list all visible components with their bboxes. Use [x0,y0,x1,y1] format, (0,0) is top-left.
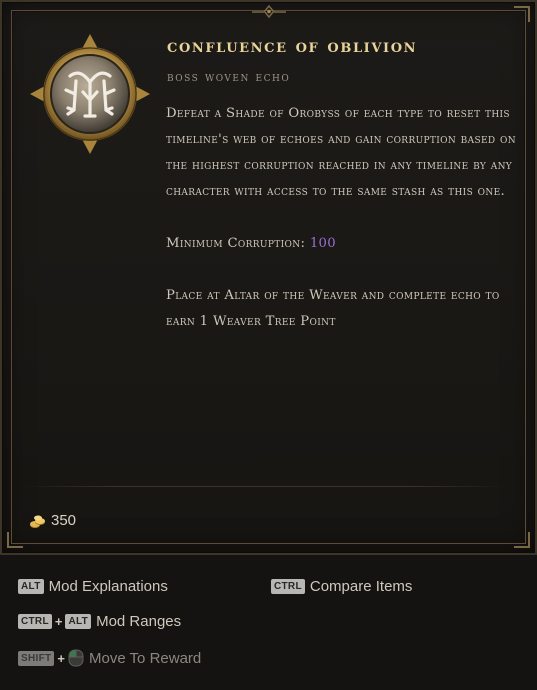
frame-corner-bottom-left [7,532,23,548]
item-title: Confluence of Oblivion [167,36,418,57]
key-alt: ALT [18,579,44,594]
hint-move-to-reward: SHIFT + Move To Reward [18,649,201,667]
gold-value: 350 [29,512,76,529]
plus-separator: + [54,614,63,629]
gold-coins-icon [30,515,45,528]
item-description: Defeat a Shade of Orobyss of each type t… [166,106,516,199]
key-ctrl: CTRL [18,614,52,629]
hint-mod-ranges-label: Mod Ranges [96,613,182,630]
frame-corner-bottom-right [514,532,530,548]
minimum-corruption-line: Minimum Corruption: 100 [166,231,526,257]
frame-corner-top-right [514,6,530,22]
weaver-rune-emblem-icon [30,34,150,154]
key-ctrl: CTRL [271,579,305,594]
plus-separator: + [57,650,65,666]
minimum-corruption-label: Minimum Corruption: [166,236,306,251]
gold-value-text: 350 [51,512,77,529]
item-subtitle: Boss Woven Echo [167,70,291,85]
hint-compare-items-label: Compare Items [309,578,413,595]
hint-mod-ranges: CTRL + ALT Mod Ranges [18,613,181,630]
hint-move-to-reward-label: Move To Reward [88,649,202,667]
hint-mod-explanations-label: Mod Explanations [48,578,168,595]
item-description-block: Defeat a Shade of Orobyss of each type t… [166,101,526,335]
left-mouse-button-icon [68,649,84,667]
hint-compare-items: CTRL Compare Items [271,578,412,595]
minimum-corruption-value: 100 [309,236,337,251]
tooltip-divider [22,486,505,487]
placement-text: Place at Altar of the Weaver and complet… [166,288,500,329]
frame-top-ornament [252,4,286,19]
key-alt: ALT [65,614,92,629]
key-shift: SHIFT [18,650,55,666]
hint-mod-explanations: ALT Mod Explanations [18,578,168,595]
item-tooltip: Confluence of Oblivion Boss Woven Echo D… [0,0,537,555]
